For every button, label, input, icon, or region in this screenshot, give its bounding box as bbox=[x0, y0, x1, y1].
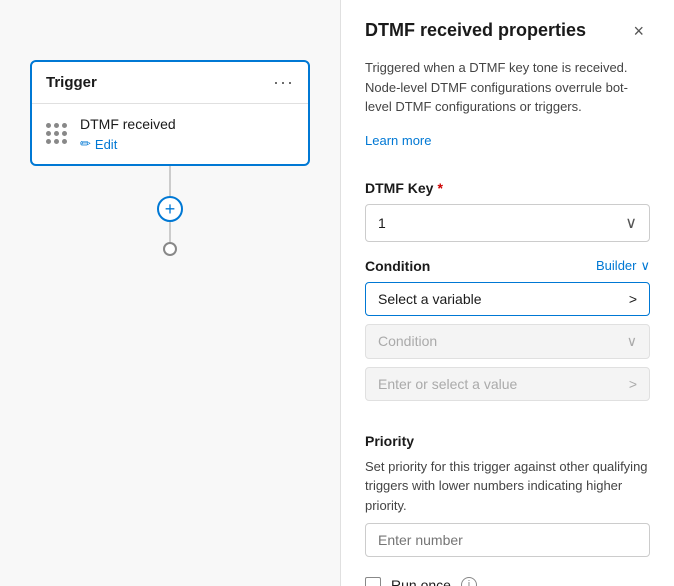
dtmf-title: DTMF received bbox=[80, 116, 176, 132]
condition-placeholder: Condition bbox=[378, 333, 437, 349]
select-variable-chevron-icon: > bbox=[629, 291, 637, 307]
enter-value-chevron-icon: > bbox=[629, 376, 637, 392]
connector-line-bottom bbox=[169, 222, 171, 242]
run-once-label: Run once bbox=[391, 577, 451, 586]
trigger-label: Trigger bbox=[46, 74, 97, 91]
priority-section: Priority Set priority for this trigger a… bbox=[365, 433, 650, 558]
priority-input[interactable] bbox=[365, 523, 650, 557]
left-panel: Trigger ··· DTMF received ✏ Edit + bbox=[0, 0, 340, 586]
builder-label: Builder bbox=[596, 258, 636, 273]
three-dots-menu[interactable]: ··· bbox=[273, 72, 294, 93]
enter-value-placeholder: Enter or select a value bbox=[378, 376, 517, 392]
add-button[interactable]: + bbox=[157, 196, 183, 222]
right-panel: DTMF received properties × Triggered whe… bbox=[340, 0, 674, 586]
trigger-card-body: DTMF received ✏ Edit bbox=[32, 104, 308, 164]
edit-link[interactable]: ✏ Edit bbox=[80, 136, 176, 152]
select-variable-label: Select a variable bbox=[378, 291, 482, 307]
panel-header: DTMF received properties × bbox=[365, 20, 650, 42]
chevron-down-icon: ∨ bbox=[625, 213, 637, 233]
condition-dropdown: Condition ∨ bbox=[365, 324, 650, 359]
condition-section: Condition Builder ∨ Select a variable > … bbox=[365, 258, 650, 401]
priority-description: Set priority for this trigger against ot… bbox=[365, 457, 650, 516]
description-text: Triggered when a DTMF key tone is receiv… bbox=[365, 58, 650, 117]
required-star: * bbox=[437, 180, 442, 196]
trigger-card-header: Trigger ··· bbox=[32, 62, 308, 104]
end-circle bbox=[163, 242, 177, 256]
dtmf-key-section: DTMF Key * 1 ∨ bbox=[365, 180, 650, 242]
builder-link[interactable]: Builder ∨ bbox=[596, 258, 650, 274]
enter-value-dropdown: Enter or select a value > bbox=[365, 367, 650, 401]
dtmf-key-label: DTMF Key * bbox=[365, 180, 650, 196]
condition-chevron-icon: ∨ bbox=[627, 333, 637, 350]
connector-line-top bbox=[169, 166, 171, 196]
dtmf-key-value: 1 bbox=[378, 215, 386, 231]
run-once-checkbox[interactable] bbox=[365, 577, 381, 586]
edit-label: Edit bbox=[95, 137, 117, 152]
select-variable-dropdown[interactable]: Select a variable > bbox=[365, 282, 650, 316]
dtmf-icon bbox=[46, 123, 68, 145]
priority-label: Priority bbox=[365, 433, 650, 449]
dtmf-key-dropdown[interactable]: 1 ∨ bbox=[365, 204, 650, 242]
edit-pencil-icon: ✏ bbox=[80, 136, 91, 152]
info-icon[interactable]: i bbox=[461, 577, 477, 586]
trigger-card: Trigger ··· DTMF received ✏ Edit bbox=[30, 60, 310, 166]
condition-row: Condition Builder ∨ bbox=[365, 258, 650, 274]
learn-more-link[interactable]: Learn more bbox=[365, 133, 650, 148]
run-once-row: Run once i bbox=[365, 577, 650, 586]
builder-chevron-icon: ∨ bbox=[640, 258, 650, 274]
dtmf-info: DTMF received ✏ Edit bbox=[80, 116, 176, 152]
panel-title: DTMF received properties bbox=[365, 20, 586, 41]
condition-label: Condition bbox=[365, 258, 430, 274]
close-button[interactable]: × bbox=[627, 20, 650, 42]
